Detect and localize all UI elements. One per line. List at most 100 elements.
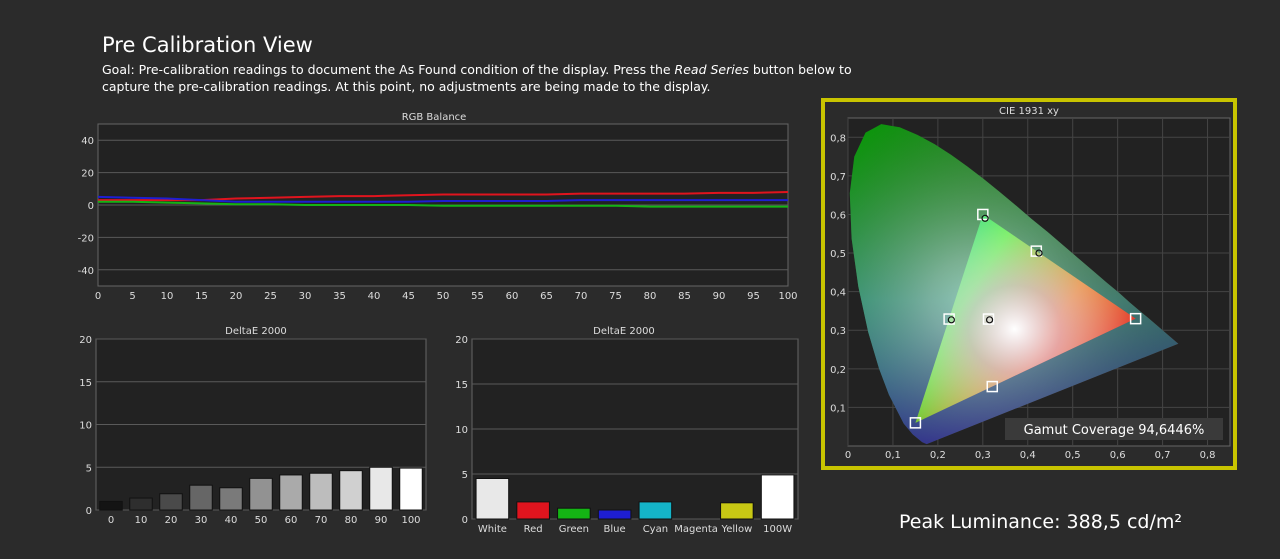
color-xtick-label: Red	[524, 524, 543, 535]
rgb-xtick-label: 35	[333, 291, 346, 302]
cie-xtick-label: 0,3	[975, 450, 991, 461]
color-ytick-label: 20	[455, 335, 468, 346]
grey-xtick-label: 30	[195, 515, 208, 526]
grey-bar	[399, 467, 423, 511]
grey-xtick-label: 90	[375, 515, 388, 526]
rgb-xtick-label: 65	[540, 291, 553, 302]
cie-xtick-label: 0,1	[885, 450, 901, 461]
grey-xtick-label: 100	[401, 515, 420, 526]
color-bar	[475, 478, 510, 520]
rgb-xtick-label: 60	[506, 291, 519, 302]
cie-ytick-label: 0,7	[830, 172, 846, 183]
color-xtick-label: Blue	[604, 524, 626, 535]
grayscale-deltae-chart: DeltaE 2000 0 10 20 30 40 50 60 70 80 90 100 20151…	[79, 326, 427, 526]
gamut-coverage-label: Gamut Coverage 94,6446%	[1024, 423, 1205, 438]
grey-xtick-label: 80	[345, 515, 358, 526]
grey-bar	[99, 500, 123, 511]
rgb-xtick-label: 50	[437, 291, 450, 302]
cie-xtick-label: 0,4	[1020, 450, 1036, 461]
grey-bar	[189, 484, 213, 511]
cie-ytick-label: 0,4	[830, 288, 846, 299]
color-bar	[597, 509, 632, 520]
cie-ytick-label: 0,2	[830, 365, 846, 376]
cie-xtick-label: 0,6	[1110, 450, 1126, 461]
color-xtick-label: Magenta	[674, 524, 718, 535]
rgb-xtick-label: 55	[471, 291, 484, 302]
grey-ytick-label: 0	[86, 506, 92, 517]
color-xtick-label: Cyan	[643, 524, 668, 535]
grey-xtick-label: 10	[135, 515, 148, 526]
rgb-xtick-label: 90	[713, 291, 726, 302]
grey-xtick-label: 70	[315, 515, 328, 526]
color-deltae-chart: DeltaE 2000 White Red Green Blue Cyan Magenta…	[455, 326, 799, 535]
grey-ytick-label: 20	[79, 335, 92, 346]
rgb-xtick-label: 5	[129, 291, 135, 302]
rgb-xtick-label: 95	[747, 291, 760, 302]
grey-xtick-label: 50	[255, 515, 268, 526]
grayscale-deltae-title: DeltaE 2000	[225, 326, 287, 337]
rgb-ytick-label: -40	[78, 266, 94, 277]
grey-xtick-label: 0	[108, 515, 114, 526]
rgb-ytick-label: 0	[88, 201, 94, 212]
grey-bar	[339, 470, 363, 511]
rgb-balance-title: RGB Balance	[402, 112, 467, 123]
color-bar	[516, 501, 550, 520]
rgb-xtick-label: 20	[230, 291, 243, 302]
cie-title: CIE 1931 xy	[999, 106, 1059, 117]
grey-bar	[219, 487, 243, 511]
rgb-xtick-label: 0	[95, 291, 101, 302]
goal-text-emphasis: Read Series	[674, 62, 749, 77]
cie-xtick-label: 0	[845, 450, 851, 461]
grey-bar	[159, 493, 183, 511]
color-xtick-label: Yellow	[720, 524, 752, 535]
rgb-xtick-label: 75	[609, 291, 622, 302]
color-bar	[638, 501, 673, 520]
rgb-xtick-label: 10	[161, 291, 174, 302]
cie-ytick-label: 0,1	[830, 403, 846, 414]
color-deltae-title: DeltaE 2000	[593, 326, 655, 337]
color-xtick-label: White	[478, 524, 507, 535]
rgb-xtick-label: 40	[368, 291, 381, 302]
rgb-xtick-label: 80	[644, 291, 657, 302]
grey-bar	[279, 474, 303, 511]
grey-ytick-label: 5	[86, 463, 92, 474]
color-bar	[557, 507, 591, 520]
cie-ytick-label: 0,3	[830, 326, 846, 337]
rgb-ytick-label: -20	[78, 233, 94, 244]
color-bar	[720, 502, 754, 520]
color-ytick-label: 0	[462, 515, 468, 526]
rgb-ytick-label: 20	[81, 169, 94, 180]
rgb-ytick-label: 40	[81, 136, 94, 147]
rgb-xtick-label: 15	[195, 291, 208, 302]
page-title: Pre Calibration View	[102, 33, 313, 57]
rgb-xtick-label: 30	[299, 291, 312, 302]
rgb-xtick-label: 100	[778, 291, 797, 302]
color-xtick-label: Green	[559, 524, 589, 535]
grey-bar	[129, 497, 153, 511]
grey-xtick-label: 60	[285, 515, 298, 526]
grey-ytick-label: 15	[79, 378, 92, 389]
grey-bar	[309, 472, 333, 511]
color-xtick-label: 100W	[763, 524, 792, 535]
rgb-xtick-label: 25	[264, 291, 277, 302]
cie-1931-chart: CIE 1931 xy 0 0,1 0,2 0,3 0,4 0,5 0,6 0,7 0,8 0,…	[821, 98, 1237, 470]
rgb-xtick-label: 85	[678, 291, 691, 302]
rgb-xtick-label: 45	[402, 291, 415, 302]
rgb-balance-chart: RGB Balance 0 5 10 15 20 25 30 35 40 45 50 55 60 65 70…	[78, 112, 798, 302]
rgb-xtick-label: 70	[575, 291, 588, 302]
grey-xtick-label: 40	[225, 515, 238, 526]
cie-xtick-label: 0,5	[1065, 450, 1081, 461]
color-ytick-label: 10	[455, 425, 468, 436]
goal-description: Goal: Pre-calibration readings to docume…	[102, 61, 862, 95]
cie-xtick-label: 0,2	[930, 450, 946, 461]
goal-text-start: Goal: Pre-calibration readings to docume…	[102, 62, 675, 77]
grey-bar	[369, 466, 393, 511]
cie-ytick-label: 0,5	[830, 249, 846, 260]
color-ytick-label: 15	[455, 380, 468, 391]
grey-ytick-label: 10	[79, 421, 92, 432]
cie-ytick-label: 0,6	[830, 210, 846, 221]
cie-xtick-label: 0,7	[1155, 450, 1171, 461]
grey-xtick-label: 20	[165, 515, 178, 526]
peak-luminance: Peak Luminance: 388,5 cd/m²	[899, 511, 1183, 533]
color-bar	[760, 474, 795, 520]
